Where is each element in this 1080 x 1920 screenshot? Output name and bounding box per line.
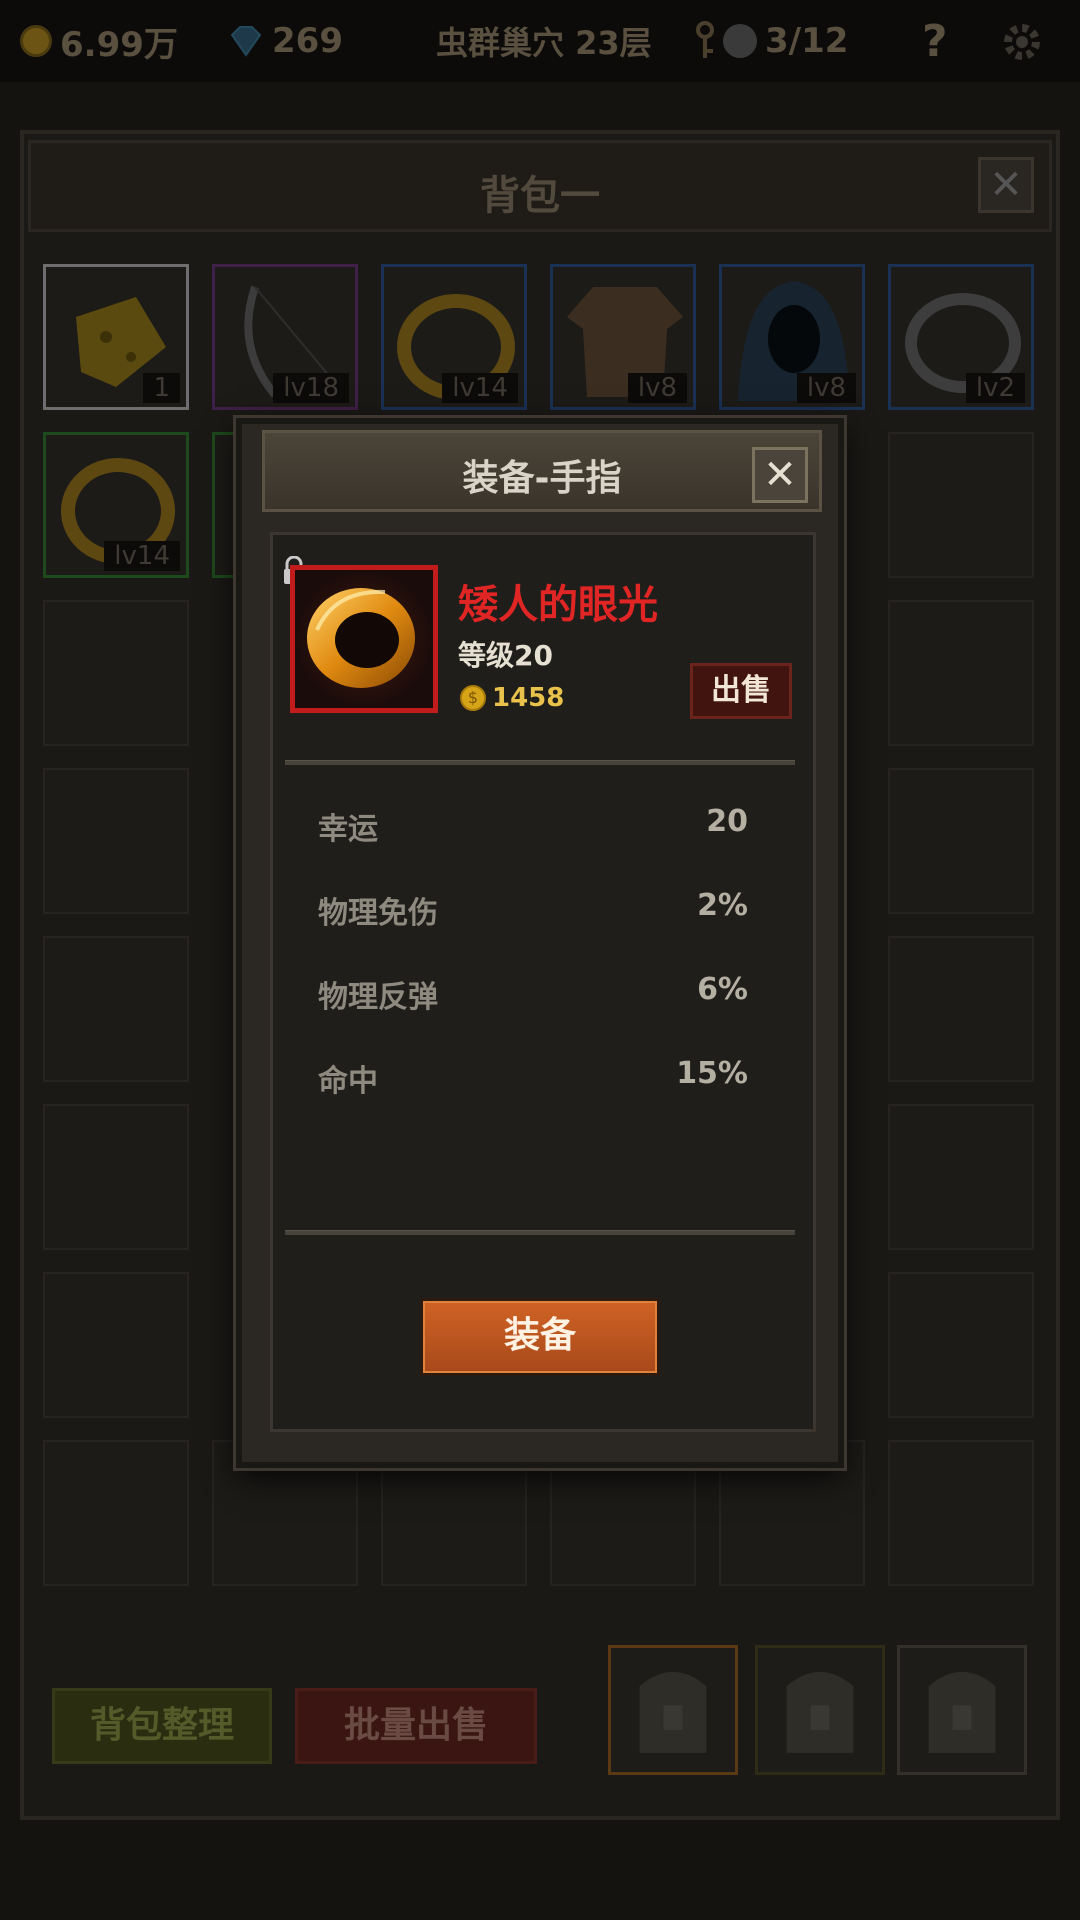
- backpack-header: 背包一: [28, 140, 1052, 232]
- keys-progress: 3/12: [765, 21, 849, 61]
- backpack-icon: [928, 1671, 996, 1753]
- ring-icon: [295, 570, 433, 708]
- location-label: 虫群巢穴 23层: [436, 18, 652, 64]
- sell-button[interactable]: 出售: [690, 663, 792, 719]
- divider: [285, 1230, 795, 1235]
- stat-row: 物理免伤 2%: [318, 888, 748, 932]
- help-icon[interactable]: ?: [922, 15, 948, 67]
- slot-level: lv8: [796, 373, 856, 403]
- help-glyph: ?: [922, 15, 948, 67]
- gem-counter: 269: [228, 18, 343, 64]
- stat-label: 命中: [318, 1064, 378, 1099]
- gear-icon[interactable]: [1000, 20, 1044, 64]
- backpack-icon: [786, 1671, 854, 1753]
- inventory-slot[interactable]: [888, 1272, 1034, 1418]
- modal-title: 装备-手指: [462, 458, 622, 499]
- divider: [285, 760, 795, 765]
- modal-close-button[interactable]: ✕: [752, 447, 808, 503]
- inventory-slot[interactable]: lv8: [550, 264, 696, 410]
- gold-amount: 6.99万: [60, 24, 178, 65]
- stat-label: 物理免伤: [318, 896, 438, 931]
- slot-level: lv18: [273, 373, 349, 403]
- backpack-icon: [639, 1671, 707, 1753]
- inventory-slot[interactable]: [888, 600, 1034, 746]
- inventory-slot[interactable]: [888, 1440, 1034, 1586]
- slot-level: lv14: [104, 541, 180, 571]
- inventory-slot[interactable]: lv8: [719, 264, 865, 410]
- inventory-slot[interactable]: lv14: [381, 264, 527, 410]
- bulk-sell-button[interactable]: 批量出售: [295, 1688, 537, 1764]
- equip-button[interactable]: 装备: [420, 1298, 660, 1376]
- stat-value: 20: [706, 804, 748, 839]
- gem-amount: 269: [272, 21, 343, 61]
- inventory-slot[interactable]: [43, 1104, 189, 1250]
- inventory-slot[interactable]: lv18: [212, 264, 358, 410]
- slot-level: lv8: [627, 373, 687, 403]
- sort-backpack-button[interactable]: 背包整理: [52, 1688, 272, 1764]
- inventory-slot[interactable]: [888, 1104, 1034, 1250]
- inventory-slot[interactable]: [888, 936, 1034, 1082]
- skull-icon: [723, 24, 757, 58]
- slot-level: lv2: [965, 373, 1025, 403]
- backpack-tab-2[interactable]: [755, 1645, 885, 1775]
- inventory-slot[interactable]: [43, 600, 189, 746]
- inventory-slot[interactable]: [43, 936, 189, 1082]
- slot-level: lv14: [442, 373, 518, 403]
- key-counter: 3/12: [695, 18, 848, 64]
- backpack-title: 背包一: [480, 173, 600, 219]
- key-icon: [696, 21, 714, 58]
- item-level: 等级20: [458, 639, 553, 672]
- modal-header: 装备-手指: [262, 430, 822, 512]
- inventory-slot[interactable]: [888, 432, 1034, 578]
- inventory-slot[interactable]: 1: [43, 264, 189, 410]
- backpack-tab-1[interactable]: [608, 1645, 738, 1775]
- stat-row: 命中 15%: [318, 1056, 748, 1100]
- coin-icon: $: [460, 685, 486, 711]
- slot-level: 1: [143, 373, 180, 403]
- inventory-slot[interactable]: [888, 768, 1034, 914]
- backpack-tab-3[interactable]: [897, 1645, 1027, 1775]
- item-name: 矮人的眼光: [458, 582, 658, 628]
- stat-value: 2%: [697, 888, 748, 923]
- item-icon-frame: [290, 565, 438, 713]
- stat-row: 幸运 20: [318, 804, 748, 848]
- stat-row: 物理反弹 6%: [318, 972, 748, 1016]
- inventory-slot[interactable]: [43, 1272, 189, 1418]
- stat-label: 幸运: [318, 812, 378, 847]
- stat-value: 6%: [697, 972, 748, 1007]
- inventory-slot[interactable]: [43, 1440, 189, 1586]
- item-price: 1458: [492, 683, 565, 713]
- gem-icon: [230, 26, 262, 57]
- inventory-slot[interactable]: lv2: [888, 264, 1034, 410]
- gold-counter: 6.99万: [20, 18, 178, 65]
- top-status-bar: 6.99万 269 虫群巢穴 23层 3/12 ?: [0, 0, 1080, 82]
- stat-label: 物理反弹: [318, 980, 438, 1015]
- stat-value: 15%: [676, 1056, 748, 1091]
- backpack-close-button[interactable]: ✕: [978, 157, 1034, 213]
- location-text: 虫群巢穴 23层: [436, 24, 652, 62]
- inventory-slot[interactable]: lv14: [43, 432, 189, 578]
- coin-icon: [20, 25, 52, 57]
- inventory-slot[interactable]: [43, 768, 189, 914]
